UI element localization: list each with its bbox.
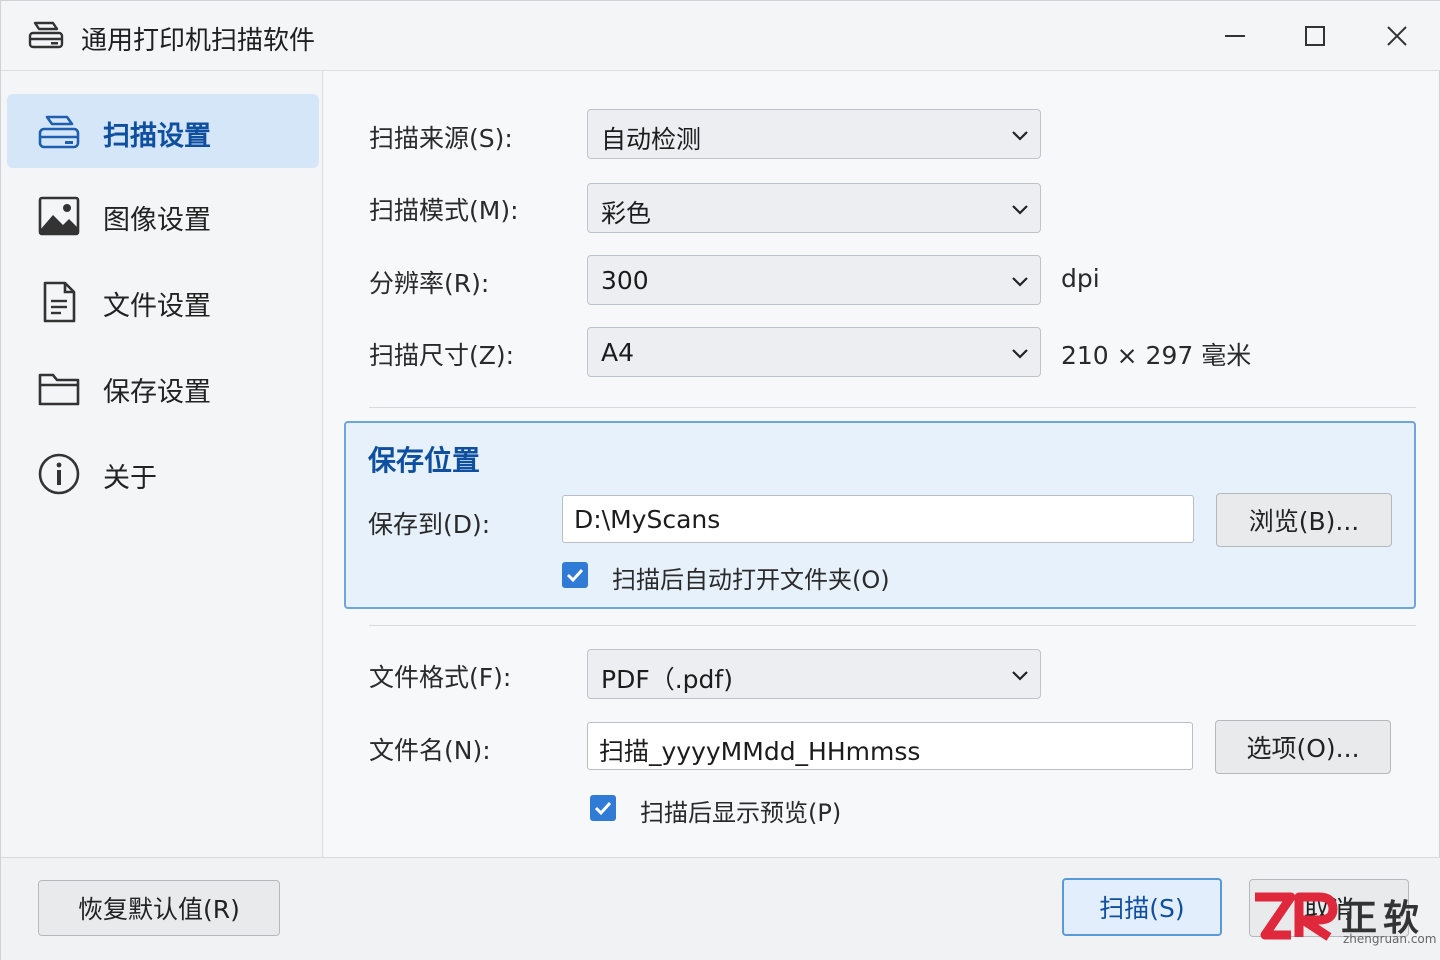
resolution-value: 300 [601, 266, 649, 295]
sidebar: 扫描设置 图像设置 文件设置 保存设置 关于 [1, 71, 323, 857]
file-format-value: PDF（.pdf) [601, 665, 733, 694]
checkmark-icon [594, 801, 612, 816]
show-preview-label: 扫描后显示预览(P) [640, 799, 842, 827]
app-window: 通用打印机扫描软件 扫描设置 图像设置 文件设置 保存设置 关于 扫描来源(S)… [0, 0, 1440, 960]
close-icon [1387, 26, 1407, 46]
maximize-button[interactable] [1291, 15, 1339, 57]
maximize-icon [1305, 26, 1325, 46]
zr-logo-icon [1255, 892, 1338, 941]
scan-mode-value: 彩色 [601, 199, 652, 228]
resolution-label: 分辨率(R): [369, 269, 490, 298]
scan-mode-select[interactable]: 彩色 [587, 183, 1041, 233]
file-name-value: 扫描_yyyyMMdd_HHmmss [599, 737, 921, 766]
sidebar-item-file-settings[interactable]: 文件设置 [7, 264, 319, 338]
sidebar-item-label: 文件设置 [103, 291, 211, 322]
save-path-input[interactable]: D:\MyScans [562, 495, 1194, 543]
open-folder-checkbox[interactable] [562, 562, 588, 588]
scan-size-select[interactable]: A4 [587, 327, 1041, 377]
document-icon [43, 281, 76, 323]
scan-source-select[interactable]: 自动检测 [587, 109, 1041, 159]
save-location-title: 保存位置 [368, 444, 481, 477]
resolution-unit: dpi [1061, 264, 1100, 293]
image-icon [38, 196, 80, 236]
scan-source-label: 扫描来源(S): [369, 124, 513, 153]
section-divider [369, 625, 1416, 626]
close-button[interactable] [1373, 15, 1421, 57]
scan-mode-label: 扫描模式(M): [369, 196, 519, 225]
file-format-select[interactable]: PDF（.pdf) [587, 649, 1041, 699]
checkmark-icon [566, 568, 584, 583]
resolution-select[interactable]: 300 [587, 255, 1041, 305]
open-folder-label: 扫描后自动打开文件夹(O) [612, 566, 890, 594]
sidebar-item-image-settings[interactable]: 图像设置 [7, 178, 319, 252]
scan-source-value: 自动检测 [601, 125, 702, 154]
browse-button[interactable]: 浏览(B)... [1216, 493, 1392, 547]
settings-panel: 扫描来源(S): 自动检测 扫描模式(M): 彩色 分辨率(R): 300 dp… [324, 71, 1439, 857]
options-button[interactable]: 选项(O)... [1215, 720, 1391, 774]
save-path-value: D:\MyScans [574, 505, 721, 534]
sidebar-item-about[interactable]: 关于 [7, 436, 319, 510]
window-title: 通用打印机扫描软件 [81, 26, 316, 56]
sidebar-item-label: 关于 [103, 463, 157, 494]
scanner-icon [38, 115, 80, 149]
scanner-icon [28, 21, 64, 49]
scan-size-label: 扫描尺寸(Z): [369, 341, 515, 370]
sidebar-item-label: 扫描设置 [103, 121, 211, 152]
reset-defaults-button[interactable]: 恢复默认值(R) [38, 880, 280, 936]
file-name-label: 文件名(N): [369, 736, 491, 765]
sidebar-item-save-settings[interactable]: 保存设置 [7, 350, 319, 424]
title-bar: 通用打印机扫描软件 [1, 1, 1440, 71]
save-location-group: 保存位置 保存到(D): D:\MyScans 浏览(B)... 扫描后自动打开… [344, 421, 1416, 609]
chevron-down-icon [1012, 671, 1028, 681]
watermark-logo: 正软 zhengruan.com [1251, 885, 1436, 951]
scan-button[interactable]: 扫描(S) [1062, 878, 1222, 936]
file-name-input[interactable]: 扫描_yyyyMMdd_HHmmss [587, 722, 1193, 770]
info-icon [38, 453, 80, 495]
sidebar-item-label: 保存设置 [103, 377, 211, 408]
dialog-footer: 恢复默认值(R) 扫描(S) 取消 [1, 857, 1440, 960]
file-format-label: 文件格式(F): [369, 663, 512, 692]
watermark-url: zhengruan.com [1343, 932, 1437, 946]
chevron-down-icon [1012, 205, 1028, 215]
save-path-label: 保存到(D): [368, 510, 491, 539]
scan-size-value: A4 [601, 338, 635, 367]
scan-size-dimensions: 210 × 297 毫米 [1061, 341, 1252, 370]
minimize-button[interactable] [1211, 15, 1259, 57]
sidebar-item-label: 图像设置 [103, 205, 211, 236]
sidebar-item-scan-settings[interactable]: 扫描设置 [7, 94, 319, 168]
folder-icon [38, 373, 80, 406]
minimize-icon [1225, 35, 1245, 37]
section-divider [369, 407, 1416, 408]
show-preview-checkbox[interactable] [590, 795, 616, 821]
chevron-down-icon [1012, 349, 1028, 359]
chevron-down-icon [1012, 277, 1028, 287]
chevron-down-icon [1012, 131, 1028, 141]
